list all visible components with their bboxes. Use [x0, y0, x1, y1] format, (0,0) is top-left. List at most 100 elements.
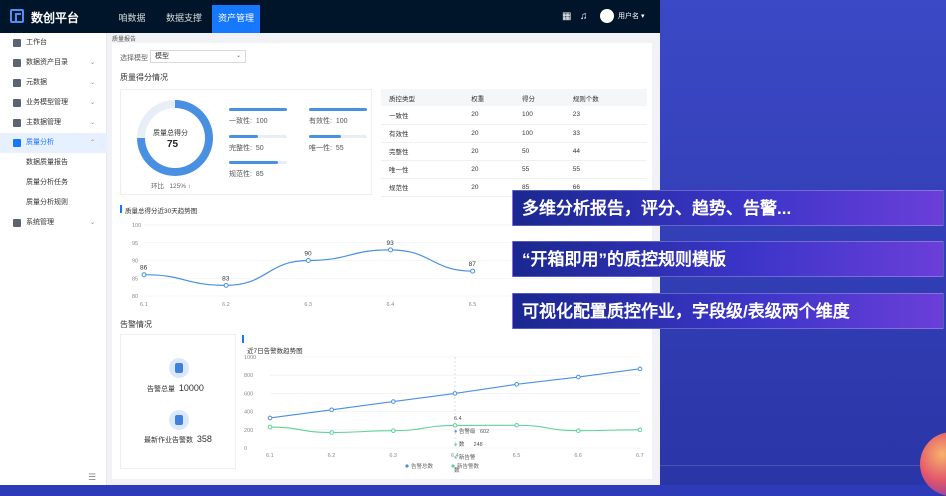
- table-cell: 20: [463, 142, 514, 161]
- data-point: [576, 428, 581, 434]
- sidebar-item-asset-catalog[interactable]: 数据资产目录 ⌄: [0, 53, 107, 73]
- chevron-down-icon: ⌄: [89, 80, 95, 86]
- sidebar-item-master-data[interactable]: 主数据管理 ⌄: [0, 113, 107, 133]
- table-cell: 完整性: [381, 142, 464, 161]
- data-point: [305, 258, 311, 263]
- data-point: [470, 268, 476, 274]
- x-tick-label: 6.1: [266, 453, 274, 459]
- y-tick-label: 1000: [244, 355, 256, 361]
- filter-label: 选择模型: [120, 55, 148, 62]
- table-row: 一致性 20 100 23: [381, 106, 647, 125]
- metric-uniqueness: 唯一性: 55: [309, 145, 344, 152]
- model-select[interactable]: 模型 ⌄: [150, 50, 246, 63]
- sidebar-item-quality-analysis[interactable]: 质量分析 ⌃: [0, 133, 107, 153]
- x-tick-label: 6.2: [222, 302, 230, 308]
- data-point: [267, 424, 273, 430]
- promo-banner-1: 多维分析报告，评分、趋势、告警...: [512, 190, 944, 226]
- sidebar-item-system[interactable]: 系统管理 ⌄: [0, 213, 107, 233]
- table-cell: 唯一性: [381, 160, 464, 179]
- table-cell: 44: [564, 142, 647, 161]
- sidebar-item-quality-report[interactable]: 数据质量报告: [0, 153, 107, 173]
- data-label: 83: [222, 275, 230, 282]
- data-point: [391, 399, 396, 404]
- user-name[interactable]: 用户名 ▾: [618, 11, 644, 21]
- data-point: [637, 366, 643, 372]
- logo-icon: [10, 9, 24, 23]
- table-cell: 100: [513, 124, 565, 143]
- alert-latest: 最新作业告警数 358: [144, 434, 212, 444]
- metadata-icon: [13, 79, 21, 87]
- data-point: [514, 422, 519, 428]
- promo-banner-3: 可视化配置质控作业，字段级/表级两个维度: [512, 293, 944, 329]
- sidebar-item-metadata[interactable]: 元数据 ⌄: [0, 73, 107, 93]
- sidebar-item-quality-task[interactable]: 质量分析任务: [0, 173, 107, 193]
- score-section-title: 质量得分情况: [120, 73, 168, 82]
- table-row: 有效性 20 100 33: [381, 124, 647, 143]
- topnav-item-active[interactable]: 资产管理: [212, 5, 260, 33]
- y-tick-label: 200: [244, 428, 253, 434]
- sidebar-item-workbench[interactable]: 工作台: [0, 33, 107, 53]
- x-tick-label: 6.7: [636, 453, 644, 459]
- x-tick-label: 6.3: [389, 453, 397, 459]
- legend-label: 告警总数: [411, 462, 434, 470]
- metric-normativity: 规范性: 85: [229, 171, 264, 178]
- metric-bar: [229, 135, 287, 138]
- data-point: [329, 407, 334, 413]
- document-icon: [169, 410, 189, 430]
- score-card: 质量总得分 75 环比 125% ↑ 一致性: 100 有效性: 100 完整性…: [120, 89, 372, 195]
- alert-section-title: 告警情况: [120, 320, 152, 329]
- alert-trend-chart: 近7日告警数趋势图 1000 800 600 400 200 0 6.1 6.2 6.3 6.4 6…: [242, 333, 652, 474]
- master-data-icon: [13, 119, 21, 127]
- table-header: 质控类型: [381, 89, 464, 106]
- avatar[interactable]: [600, 9, 614, 23]
- bell-icon: [169, 358, 189, 378]
- sidebar-item-quality-rule[interactable]: 质量分析规则: [0, 193, 107, 213]
- score-ring: 质量总得分 75: [137, 100, 213, 176]
- y-tick-label: 800: [244, 373, 253, 379]
- model-icon: [13, 99, 21, 107]
- total-score-value: 75: [167, 139, 179, 150]
- x-tick-label: 6.4: [387, 302, 395, 308]
- x-tick-label: 6.2: [328, 453, 336, 459]
- table-cell: 规范性: [381, 178, 464, 197]
- chevron-down-icon: ⌄: [89, 220, 95, 226]
- table-header: 得分: [513, 89, 565, 106]
- y-tick-label: 0: [244, 446, 247, 452]
- table-cell: 一致性: [381, 106, 464, 125]
- shield-icon: [13, 139, 21, 147]
- table-cell: 55: [564, 160, 647, 179]
- sidebar-item-business-model[interactable]: 业务模型管理 ⌄: [0, 93, 107, 113]
- table-cell: 20: [463, 178, 514, 197]
- data-label: 93: [387, 240, 395, 247]
- alert-chart-svg: 100080060040020006.1 6.2 6.3 6.4 6.5 6.6 6.7告警…: [244, 355, 644, 470]
- table-row: 唯一性 20 55 55: [381, 160, 647, 179]
- catalog-icon: [13, 59, 21, 67]
- data-point: [452, 391, 458, 396]
- data-point: [514, 382, 519, 387]
- metric-bar: [309, 135, 367, 138]
- system-icon: [13, 219, 21, 227]
- ratio: 环比 125% ↑: [151, 183, 192, 190]
- chart-tooltip: 6.4 ● 告警级 602 ● 数 248 ● 新告警 数: [454, 416, 490, 474]
- table-row: 完整性 20 50 44: [381, 142, 647, 161]
- metric-bar: [229, 108, 287, 111]
- data-point: [267, 415, 273, 421]
- x-tick-label: 6.5: [469, 302, 477, 308]
- bell-icon[interactable]: ♫: [580, 11, 588, 22]
- topnav-item[interactable]: 数据支撑: [156, 5, 212, 33]
- quality-table: 质控类型 权重 得分 规则个数 一致性 20 100 23 有效性 20 100 33 完整性 2…: [381, 89, 647, 197]
- chevron-down-icon: ⌄: [89, 100, 95, 106]
- data-point: [391, 428, 396, 434]
- table-cell: 20: [463, 106, 514, 125]
- y-tick-label: 600: [244, 391, 253, 397]
- y-tick-label: 85: [132, 276, 138, 282]
- metric-validity: 有效性: 100: [309, 118, 348, 125]
- grid-icon[interactable]: ▦: [562, 11, 571, 22]
- alert-total: 告警总量 10000: [147, 383, 204, 393]
- data-label: 90: [304, 251, 312, 258]
- table-header: 权重: [463, 89, 514, 106]
- x-tick-label: 6.3: [304, 302, 312, 308]
- topnav-item[interactable]: 咱数据: [108, 5, 156, 33]
- collapse-menu-icon[interactable]: ☰: [88, 472, 96, 483]
- breadcrumb: 质量报告: [112, 37, 137, 43]
